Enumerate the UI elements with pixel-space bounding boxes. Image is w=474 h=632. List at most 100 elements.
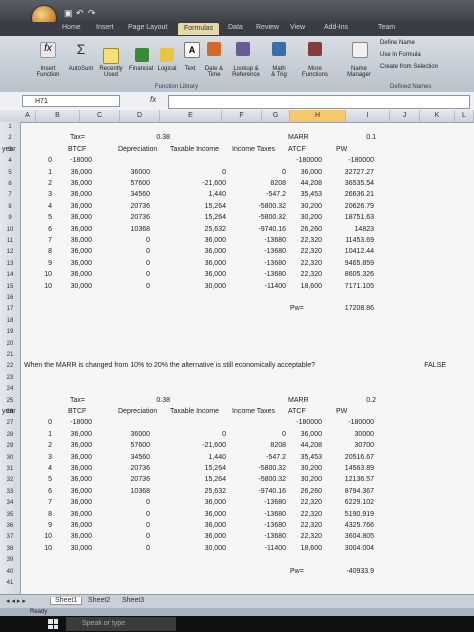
cell-year[interactable]: 1 [30, 430, 52, 439]
header-pw[interactable]: PW [336, 145, 347, 154]
use-in-formula-button[interactable]: Use in Formula [380, 52, 421, 58]
cell-atcf[interactable]: 36,000 [286, 168, 322, 177]
row-header[interactable]: 37 [0, 534, 20, 540]
name-box[interactable]: H71 [22, 95, 120, 107]
pw-label[interactable]: Pw= [290, 567, 304, 576]
column-header-e[interactable]: E [160, 110, 222, 122]
row-header[interactable]: 16 [0, 295, 20, 301]
cell-depreciation[interactable]: 34560 [112, 190, 150, 199]
cell-pw[interactable]: 14823 [322, 225, 374, 234]
date-time-button[interactable]: Date & Time [200, 66, 228, 78]
cell-btcf[interactable]: 36,000 [56, 202, 92, 211]
cell-year[interactable]: 8 [30, 247, 52, 256]
cell-income-taxes[interactable]: 8208 [232, 179, 286, 188]
column-header-d[interactable]: D [120, 110, 160, 122]
cell-income-taxes[interactable]: -547.2 [232, 453, 286, 462]
cell-atcf[interactable]: 18,600 [286, 282, 322, 291]
row-header[interactable]: 21 [0, 352, 20, 358]
row-header[interactable]: 38 [0, 546, 20, 552]
cell-btcf[interactable]: 36,000 [56, 236, 92, 245]
cell-year[interactable]: 9 [30, 259, 52, 268]
cell-taxable-income[interactable]: 0 [186, 168, 226, 177]
cell-taxable-income[interactable]: 15,264 [186, 213, 226, 222]
tab-page-layout[interactable]: Page Layout [128, 24, 167, 31]
marr-value[interactable]: 0.1 [330, 133, 376, 142]
cell-year[interactable]: 0 [30, 156, 52, 165]
row-header[interactable]: 1 [0, 124, 20, 130]
cell-btcf[interactable]: 36,000 [56, 510, 92, 519]
math-trig-button[interactable]: Math & Trig [264, 66, 294, 78]
cell-income-taxes[interactable]: 0 [232, 168, 286, 177]
cell-atcf[interactable]: 26,260 [286, 225, 322, 234]
column-header-b[interactable]: B [36, 110, 80, 122]
cell-atcf[interactable]: -180000 [286, 418, 322, 427]
sheet-tab-1[interactable]: Sheet1 [50, 597, 83, 605]
cell-year[interactable]: 10 [30, 544, 52, 553]
header-taxable-income[interactable]: Taxable Income [170, 407, 219, 416]
lookup-reference-button[interactable]: Lookup & Reference [226, 66, 266, 78]
cell-pw[interactable]: 5190.919 [322, 510, 374, 519]
cell-depreciation[interactable]: 0 [112, 282, 150, 291]
pw-value[interactable]: 17208.86 [330, 304, 374, 313]
row-header[interactable]: 39 [0, 557, 20, 563]
sheet-nav-arrows[interactable]: ◂ ◂ ▸ ▸ [6, 597, 26, 605]
marr-label[interactable]: MARR [288, 133, 309, 142]
sheet-tab-3[interactable]: Sheet3 [118, 597, 148, 604]
column-header-c[interactable]: C [80, 110, 120, 122]
header-year[interactable]: year [2, 145, 16, 154]
cell-depreciation[interactable]: 0 [112, 259, 150, 268]
cell-depreciation[interactable]: 20736 [112, 202, 150, 211]
row-header[interactable]: 19 [0, 329, 20, 335]
tab-view[interactable]: View [290, 24, 305, 31]
cell-depreciation[interactable]: 0 [112, 510, 150, 519]
cell-taxable-income[interactable]: 15,264 [186, 464, 226, 473]
question-text[interactable]: When the MARR is changed from 10% to 20%… [24, 361, 315, 370]
cell-depreciation[interactable]: 20736 [112, 213, 150, 222]
cell-atcf[interactable]: 22,320 [286, 236, 322, 245]
cell-pw[interactable]: -180000 [322, 156, 374, 165]
cell-btcf[interactable]: 36,000 [56, 532, 92, 541]
cell-pw[interactable]: 20516.67 [322, 453, 374, 462]
cell-depreciation[interactable]: 0 [112, 236, 150, 245]
cell-atcf[interactable]: 18,600 [286, 544, 322, 553]
cell-income-taxes[interactable]: -547.2 [232, 190, 286, 199]
cell-taxable-income[interactable]: 36,000 [186, 521, 226, 530]
header-year[interactable]: year [2, 407, 16, 416]
cell-depreciation[interactable]: 36000 [112, 430, 150, 439]
column-header-i[interactable]: I [346, 110, 390, 122]
cell-pw[interactable]: 3604.805 [322, 532, 374, 541]
cell-btcf[interactable]: 36,000 [56, 453, 92, 462]
row-header[interactable]: 40 [0, 569, 20, 575]
cell-atcf[interactable]: 22,320 [286, 498, 322, 507]
column-header-h[interactable]: H [290, 110, 346, 122]
cell-year[interactable]: 6 [30, 487, 52, 496]
cell-year[interactable]: 10 [30, 270, 52, 279]
row-header[interactable]: 32 [0, 477, 20, 483]
cell-taxable-income[interactable]: 15,264 [186, 202, 226, 211]
text-button[interactable]: Text [178, 66, 202, 72]
row-header[interactable]: 5 [0, 170, 20, 176]
row-header[interactable]: 28 [0, 432, 20, 438]
cell-pw[interactable]: 36535.54 [322, 179, 374, 188]
cell-btcf[interactable]: 36,000 [56, 213, 92, 222]
cell-year[interactable]: 3 [30, 190, 52, 199]
cell-btcf[interactable]: 36,000 [56, 270, 92, 279]
cell-btcf[interactable]: 36,000 [56, 475, 92, 484]
cell-year[interactable]: 2 [30, 179, 52, 188]
fx-icon[interactable]: fx [150, 95, 156, 104]
taskbar-search-input[interactable]: Speak or type [66, 617, 176, 631]
row-header[interactable]: 18 [0, 318, 20, 324]
cell-atcf[interactable]: 30,200 [286, 202, 322, 211]
marr-label[interactable]: MARR [288, 396, 309, 405]
cell-btcf[interactable]: 36,000 [56, 259, 92, 268]
cell-atcf[interactable]: 30,200 [286, 213, 322, 222]
cell-pw[interactable]: 10412.44 [322, 247, 374, 256]
cell-year[interactable]: 2 [30, 441, 52, 450]
cell-taxable-income[interactable]: 25,632 [186, 225, 226, 234]
header-depreciation[interactable]: Depreciation [118, 145, 157, 154]
cell-year[interactable]: 9 [30, 521, 52, 530]
tax-value[interactable]: 0.38 [130, 133, 170, 142]
header-pw[interactable]: PW [336, 407, 347, 416]
row-header[interactable]: 11 [0, 238, 20, 244]
cell-depreciation[interactable]: 10368 [112, 487, 150, 496]
